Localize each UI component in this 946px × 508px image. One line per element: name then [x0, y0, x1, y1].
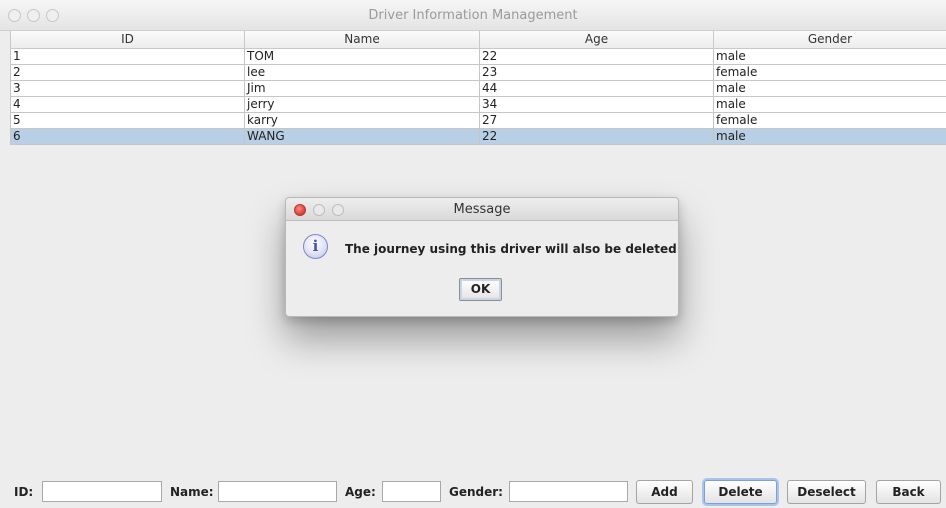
name-field[interactable]: [218, 481, 337, 502]
cell-name[interactable]: TOM: [244, 47, 480, 65]
cell-name[interactable]: karry: [244, 111, 480, 129]
name-label: Name:: [170, 485, 214, 499]
dialog-title: Message: [453, 202, 511, 217]
cell-name[interactable]: lee: [244, 63, 480, 81]
age-field[interactable]: [382, 481, 441, 502]
cell-name[interactable]: Jim: [244, 79, 480, 97]
cell-age[interactable]: 22: [479, 127, 714, 145]
column-header-gender[interactable]: Gender: [713, 31, 946, 49]
dialog-message: The journey using this driver will also …: [345, 242, 677, 256]
cell-age[interactable]: 23: [479, 63, 714, 81]
driver-table: ID Name Age Gender 1 TOM 22 male 2 lee 2…: [10, 31, 946, 145]
cell-gender[interactable]: male: [713, 79, 946, 97]
back-button[interactable]: Back: [876, 480, 941, 504]
title-bar: Driver Information Management: [0, 0, 946, 31]
deselect-button[interactable]: Deselect: [787, 480, 866, 504]
table-row[interactable]: 4 jerry 34 male: [10, 95, 946, 113]
cell-id[interactable]: 6: [10, 127, 245, 145]
form-bar: ID: Name: Age: Gender: Add Delete Desele…: [0, 478, 946, 506]
cell-age[interactable]: 22: [479, 47, 714, 65]
cell-gender[interactable]: female: [713, 111, 946, 129]
cell-gender[interactable]: male: [713, 95, 946, 113]
cell-gender[interactable]: female: [713, 63, 946, 81]
delete-button[interactable]: Delete: [704, 480, 777, 504]
column-header-name[interactable]: Name: [244, 31, 480, 49]
cell-gender[interactable]: male: [713, 47, 946, 65]
ok-button[interactable]: OK: [459, 278, 502, 301]
cell-age[interactable]: 34: [479, 95, 714, 113]
cell-id[interactable]: 3: [10, 79, 245, 97]
cell-name[interactable]: WANG: [244, 127, 480, 145]
age-label: Age:: [345, 485, 376, 499]
id-label: ID:: [14, 485, 34, 499]
cell-id[interactable]: 1: [10, 47, 245, 65]
column-header-id[interactable]: ID: [10, 31, 245, 49]
cell-age[interactable]: 44: [479, 79, 714, 97]
table-row[interactable]: 1 TOM 22 male: [10, 47, 946, 65]
cell-id[interactable]: 2: [10, 63, 245, 81]
cell-name[interactable]: jerry: [244, 95, 480, 113]
add-button[interactable]: Add: [636, 480, 693, 504]
table-row[interactable]: 5 karry 27 female: [10, 111, 946, 129]
table-row-selected[interactable]: 6 WANG 22 male: [10, 127, 946, 145]
column-header-age[interactable]: Age: [479, 31, 714, 49]
main-window: Driver Information Management ID Name Ag…: [0, 0, 946, 508]
message-dialog: Message i The journey using this driver …: [285, 197, 679, 317]
id-field[interactable]: [42, 481, 162, 502]
table-row[interactable]: 3 Jim 44 male: [10, 79, 946, 97]
cell-id[interactable]: 5: [10, 111, 245, 129]
table-header-row: ID Name Age Gender: [10, 31, 946, 49]
gender-field[interactable]: [509, 481, 628, 502]
window-title: Driver Information Management: [368, 8, 578, 23]
cell-gender[interactable]: male: [713, 127, 946, 145]
cell-id[interactable]: 4: [10, 95, 245, 113]
gender-label: Gender:: [449, 485, 503, 499]
table-row[interactable]: 2 lee 23 female: [10, 63, 946, 81]
info-icon: i: [303, 234, 328, 259]
cell-age[interactable]: 27: [479, 111, 714, 129]
dialog-title-bar[interactable]: Message: [286, 198, 678, 221]
